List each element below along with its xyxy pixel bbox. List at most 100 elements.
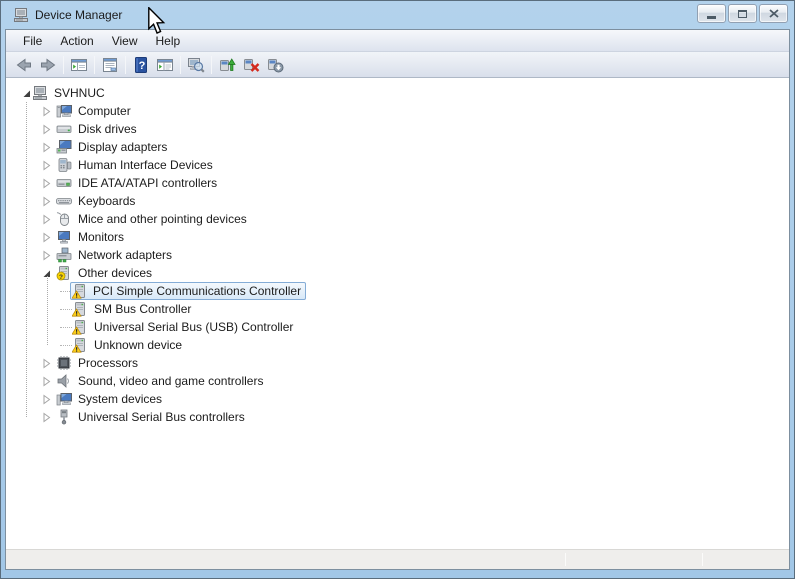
tree-item-label: SM Bus Controller (94, 302, 192, 316)
tree-item[interactable]: Monitors (6, 228, 789, 246)
expander-collapsed-icon[interactable] (40, 141, 52, 153)
device-tree-pane[interactable]: SVHNUC Computer Disk drives Display adap… (6, 78, 789, 549)
minimize-button[interactable] (697, 4, 726, 23)
action-pane-icon (157, 58, 173, 71)
network-adapter-icon (56, 247, 72, 263)
scan-hardware-icon (188, 57, 205, 73)
tree-item[interactable]: Universal Serial Bus controllers (6, 408, 789, 426)
status-separator (565, 553, 566, 566)
tree-item-label: Network adapters (78, 248, 173, 262)
tree-item-label: Display adapters (78, 140, 168, 154)
tree-item[interactable]: SM Bus Controller (6, 300, 789, 318)
tree-connector-line (47, 276, 48, 345)
expander-collapsed-icon[interactable] (40, 231, 52, 243)
expander-collapsed-icon[interactable] (40, 105, 52, 117)
toolbar-separator (63, 55, 64, 74)
tree-item[interactable]: Unknown device (6, 336, 789, 354)
expander-collapsed-icon[interactable] (40, 249, 52, 261)
tree-connector-stub (60, 345, 72, 346)
expander-collapsed-icon[interactable] (40, 411, 52, 423)
expander-collapsed-icon[interactable] (40, 393, 52, 405)
svg-text:?: ? (59, 274, 63, 281)
forward-icon (41, 58, 56, 71)
mouse-icon (56, 211, 72, 227)
tree-item-label: IDE ATA/ATAPI controllers (78, 176, 218, 190)
toolbar-separator (94, 55, 95, 74)
tree-item[interactable]: Network adapters (6, 246, 789, 264)
toolbar-separator (180, 55, 181, 74)
tree-item[interactable]: ? Other devices (6, 264, 789, 282)
tree-item[interactable]: Mice and other pointing devices (6, 210, 789, 228)
menu-file[interactable]: File (14, 31, 51, 51)
tree-item[interactable]: System devices (6, 390, 789, 408)
expander-collapsed-icon[interactable] (40, 195, 52, 207)
menu-help[interactable]: Help (147, 31, 190, 51)
device-tree: SVHNUC Computer Disk drives Display adap… (6, 78, 789, 426)
tree-item[interactable]: Keyboards (6, 192, 789, 210)
tree-item-selected[interactable]: PCI Simple Communications Controller (6, 282, 789, 300)
tree-item[interactable]: IDE ATA/ATAPI controllers (6, 174, 789, 192)
uninstall-button[interactable] (239, 54, 263, 76)
update-driver-button[interactable] (215, 54, 239, 76)
menu-view[interactable]: View (103, 31, 147, 51)
tree-item[interactable]: Universal Serial Bus (USB) Controller (6, 318, 789, 336)
forward-button[interactable] (36, 54, 60, 76)
expander-expanded-icon[interactable] (40, 267, 52, 279)
warning-device-icon (71, 319, 88, 335)
device-manager-window: Device Manager File Action View Help ? S… (0, 0, 795, 579)
tree-item-label: PCI Simple Communications Controller (93, 284, 302, 298)
console-tree-icon (71, 58, 87, 71)
tree-item-label: Computer (78, 104, 131, 118)
status-bar (6, 549, 789, 569)
tree-item[interactable]: Display adapters (6, 138, 789, 156)
processor-icon (56, 355, 72, 371)
warning-device-icon (71, 337, 88, 353)
speaker-icon (56, 373, 72, 389)
menu-bar: File Action View Help (6, 30, 789, 52)
show-console-tree-button[interactable] (67, 54, 91, 76)
toolbar: ? (6, 52, 789, 78)
tree-item[interactable]: Sound, video and game controllers (6, 372, 789, 390)
tree-item[interactable]: Processors (6, 354, 789, 372)
back-button[interactable] (12, 54, 36, 76)
usb-icon (56, 409, 72, 425)
client-area: File Action View Help ? SVHNUC Computer … (5, 29, 790, 570)
tree-item-label: Disk drives (78, 122, 137, 136)
window-title: Device Manager (35, 8, 123, 22)
close-icon (768, 9, 779, 18)
tree-item[interactable]: SVHNUC (6, 84, 789, 102)
tree-item-label: Keyboards (78, 194, 136, 208)
tree-item[interactable]: Disk drives (6, 120, 789, 138)
keyboard-icon (56, 193, 72, 209)
title-bar[interactable]: Device Manager (5, 1, 790, 29)
unknown-device-icon: ? (56, 265, 72, 281)
menu-action[interactable]: Action (51, 31, 102, 51)
maximize-button[interactable] (728, 4, 757, 23)
expander-collapsed-icon[interactable] (40, 177, 52, 189)
tree-connector-line (26, 102, 27, 417)
properties-button[interactable] (98, 54, 122, 76)
tree-item-label: Universal Serial Bus controllers (78, 410, 245, 424)
tree-item[interactable]: Computer (6, 102, 789, 120)
expander-collapsed-icon[interactable] (40, 213, 52, 225)
disable-button[interactable] (263, 54, 287, 76)
properties-icon (103, 57, 117, 72)
computer-icon (56, 103, 72, 119)
expander-collapsed-icon[interactable] (40, 123, 52, 135)
tree-item-label: Unknown device (94, 338, 183, 352)
uninstall-icon (244, 58, 260, 72)
expander-collapsed-icon[interactable] (40, 357, 52, 369)
tree-item[interactable]: Human Interface Devices (6, 156, 789, 174)
tree-item-label: SVHNUC (54, 86, 105, 100)
tree-item-label: Sound, video and game controllers (78, 374, 264, 388)
show-action-pane-button[interactable] (153, 54, 177, 76)
expander-expanded-icon[interactable] (20, 87, 32, 99)
tree-item-label: Human Interface Devices (78, 158, 213, 172)
tree-item-label: System devices (78, 392, 163, 406)
help-button[interactable]: ? (129, 54, 153, 76)
close-button[interactable] (759, 4, 788, 23)
tree-item-label: Processors (78, 356, 139, 370)
scan-hardware-changes-button[interactable] (184, 54, 208, 76)
expander-collapsed-icon[interactable] (40, 375, 52, 387)
expander-collapsed-icon[interactable] (40, 159, 52, 171)
